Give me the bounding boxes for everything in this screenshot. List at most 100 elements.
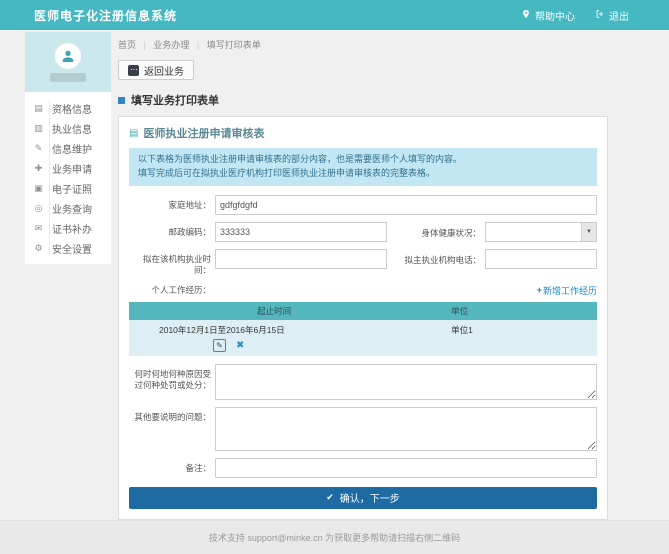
punishment-textarea[interactable]	[215, 364, 597, 400]
location-pin-icon	[521, 9, 531, 22]
home-address-row: 家庭地址：	[129, 195, 597, 215]
breadcrumb-current: 填写打印表单	[207, 40, 261, 50]
sidebar-item-certificate-reissue[interactable]: ✉ 证书补办	[25, 218, 111, 238]
row-actions: ✎ ✖	[129, 339, 419, 352]
column-header-unit: 单位	[419, 305, 597, 317]
chevron-down-icon[interactable]: ▼	[581, 223, 596, 241]
period-value: 2010年12月1日至2016年6月15日	[129, 324, 419, 336]
edit-icon[interactable]: ✎	[213, 339, 226, 352]
return-business-label: 返回业务	[144, 63, 184, 78]
help-center-label: 帮助中心	[535, 8, 575, 23]
check-icon: ✔	[326, 492, 334, 503]
breadcrumb-home[interactable]: 首页	[118, 40, 136, 50]
punishment-label: 何时何地何种原因受过何种处罚或处分：	[129, 364, 215, 392]
confirm-next-label: 确认，下一步	[340, 490, 400, 505]
sidebar-item-business-application[interactable]: ✚ 业务申请	[25, 158, 111, 178]
help-center-link[interactable]: 帮助中心	[521, 8, 575, 23]
column-header-period: 起止时间	[129, 305, 419, 317]
user-name-redacted	[50, 73, 86, 82]
sidebar-item-practice-info[interactable]: ▥ 执业信息	[25, 118, 111, 138]
qualification-icon: ▤	[32, 103, 45, 114]
sidebar-item-label: 业务申请	[52, 161, 92, 176]
home-address-input[interactable]	[215, 195, 597, 215]
breadcrumb-business[interactable]: 业务办理	[153, 40, 189, 50]
add-work-experience-label: 新增工作经历	[543, 284, 597, 297]
work-experience-table: 起止时间 单位 2010年12月1日至2016年6月15日 ✎ ✖ 单位1	[129, 302, 597, 356]
org-phone-label: 拟主执业机构电话：	[387, 249, 485, 266]
postal-health-row: 邮政编码： 身体健康状况： ▼	[129, 222, 597, 242]
section-bullet-icon	[118, 97, 125, 104]
info-banner: 以下表格为医师执业注册申请审核表的部分内容，也是需要医师个人填写的内容。 填写完…	[129, 148, 597, 186]
punishment-row: 何时何地何种原因受过何种处罚或处分：	[129, 364, 597, 400]
gear-icon: ⚙	[32, 243, 45, 254]
add-work-experience-link[interactable]: + 新增工作经历	[537, 284, 597, 297]
delete-icon[interactable]: ✖	[236, 340, 244, 351]
info-banner-line1: 以下表格为医师执业注册申请审核表的部分内容，也是需要医师个人填写的内容。	[138, 153, 588, 167]
sidebar-item-label: 信息维护	[52, 141, 92, 156]
period-cell: 2010年12月1日至2016年6月15日 ✎ ✖	[129, 324, 419, 352]
pencil-icon: ✎	[32, 143, 45, 154]
practice-time-phone-row: 拟在该机构执业时间： 拟主执业机构电话：	[129, 249, 597, 277]
table-row: 2010年12月1日至2016年6月15日 ✎ ✖ 单位1	[129, 320, 597, 356]
document-icon: ▤	[129, 128, 138, 139]
sidebar-item-info-maintenance[interactable]: ✎ 信息维护	[25, 138, 111, 158]
sidebar-item-label: 业务查询	[52, 201, 92, 216]
sidebar-item-security-settings[interactable]: ⚙ 安全设置	[25, 238, 111, 258]
table-header-row: 起止时间 单位	[129, 302, 597, 320]
breadcrumb-separator: |	[197, 40, 199, 50]
sidebar-item-label: 证书补办	[52, 221, 92, 236]
breadcrumb-separator: |	[144, 40, 146, 50]
home-address-label: 家庭地址：	[129, 195, 215, 211]
other-issues-row: 其他要说明的问题：	[129, 407, 597, 451]
practice-time-label: 拟在该机构执业时间：	[129, 249, 215, 277]
avatar	[55, 43, 81, 69]
health-status-select[interactable]: ▼	[485, 222, 597, 242]
certificate-icon: ▣	[32, 183, 45, 194]
logout-link[interactable]: 退出	[595, 8, 629, 23]
envelope-icon: ✉	[32, 223, 45, 234]
sidebar-item-label: 安全设置	[52, 241, 92, 256]
top-bar-right: 帮助中心 退出	[521, 8, 629, 23]
remarks-input[interactable]	[215, 458, 597, 478]
user-avatar-block	[25, 32, 111, 92]
app-title: 医师电子化注册信息系统	[34, 7, 177, 24]
back-icon: ⋯	[128, 65, 139, 76]
section-title-label: 填写业务打印表单	[131, 92, 219, 108]
breadcrumb: 首页 | 业务办理 | 填写打印表单	[118, 30, 608, 58]
work-experience-label: 个人工作经历：	[129, 285, 215, 296]
health-status-value	[486, 223, 581, 241]
form-card: ▤ 医师执业注册申请审核表 以下表格为医师执业注册申请审核表的部分内容，也是需要…	[118, 116, 608, 520]
other-issues-label: 其他要说明的问题：	[129, 407, 215, 423]
logout-icon	[595, 9, 605, 22]
postal-code-input[interactable]	[215, 222, 387, 242]
plus-icon: ✚	[32, 163, 45, 174]
form-title: ▤ 医师执业注册申请审核表	[129, 125, 597, 141]
health-status-label: 身体健康状况：	[387, 222, 485, 239]
sidebar: ▤ 资格信息 ▥ 执业信息 ✎ 信息维护 ✚ 业务申请 ▣ 电子证照 ◎ 业务查…	[25, 32, 111, 264]
other-issues-textarea[interactable]	[215, 407, 597, 451]
postal-code-label: 邮政编码：	[129, 222, 215, 238]
sidebar-item-label: 电子证照	[52, 181, 92, 196]
return-business-button[interactable]: ⋯ 返回业务	[118, 60, 194, 80]
footer: 技术支持 support@minke.cn 为获取更多帮助请扫描右侧二维码	[0, 520, 669, 554]
footer-text: 技术支持 support@minke.cn 为获取更多帮助请扫描右侧二维码	[209, 531, 460, 544]
top-bar: 医师电子化注册信息系统 帮助中心 退出	[0, 0, 669, 30]
plus-icon: +	[537, 285, 542, 295]
unit-cell: 单位1	[419, 324, 597, 352]
sidebar-item-electronic-certificate[interactable]: ▣ 电子证照	[25, 178, 111, 198]
sidebar-item-label: 执业信息	[52, 121, 92, 136]
logout-label: 退出	[609, 8, 629, 23]
remarks-label: 备注：	[129, 458, 215, 474]
confirm-next-button[interactable]: ✔ 确认，下一步	[129, 487, 597, 509]
sidebar-item-business-query[interactable]: ◎ 业务查询	[25, 198, 111, 218]
info-banner-line2: 填写完成后可在拟执业医疗机构打印医师执业注册申请审核表的完整表格。	[138, 167, 588, 181]
section-title: 填写业务打印表单	[118, 92, 608, 108]
sidebar-item-qualification-info[interactable]: ▤ 资格信息	[25, 98, 111, 118]
main-content: 首页 | 业务办理 | 填写打印表单 ⋯ 返回业务 填写业务打印表单 ▤ 医师执…	[118, 30, 608, 520]
remarks-row: 备注：	[129, 458, 597, 478]
practice-time-input[interactable]	[215, 249, 387, 269]
sidebar-item-label: 资格信息	[52, 101, 92, 116]
search-icon: ◎	[32, 203, 45, 214]
practice-icon: ▥	[32, 123, 45, 134]
org-phone-input[interactable]	[485, 249, 597, 269]
